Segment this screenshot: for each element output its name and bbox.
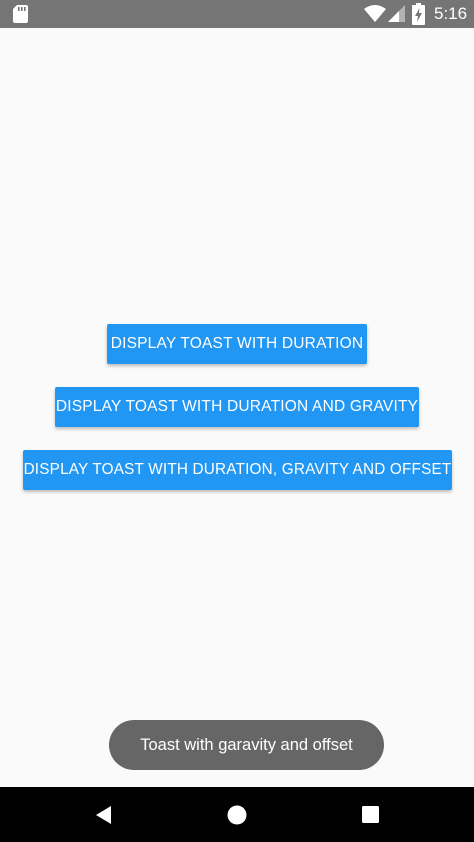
cell-signal-icon — [388, 5, 405, 22]
battery-charging-icon — [412, 3, 425, 25]
display-toast-with-duration-button[interactable]: DISPLAY TOAST WITH DURATION — [107, 324, 367, 364]
home-icon[interactable] — [227, 805, 247, 825]
status-bar: 5:16 — [0, 0, 474, 28]
status-clock: 5:16 — [434, 4, 468, 23]
sd-card-icon — [13, 5, 28, 23]
wifi-icon — [364, 5, 386, 22]
display-toast-with-duration-gravity-and-offset-button[interactable]: DISPLAY TOAST WITH DURATION, GRAVITY AND… — [23, 450, 452, 490]
display-toast-with-duration-and-gravity-button[interactable]: DISPLAY TOAST WITH DURATION AND GRAVITY — [55, 387, 419, 427]
main-content: DISPLAY TOAST WITH DURATION DISPLAY TOAS… — [0, 28, 474, 787]
back-icon[interactable] — [94, 805, 114, 825]
toast-message: Toast with garavity and offset — [109, 720, 384, 770]
recents-icon[interactable] — [362, 806, 379, 823]
navigation-bar — [0, 787, 474, 842]
